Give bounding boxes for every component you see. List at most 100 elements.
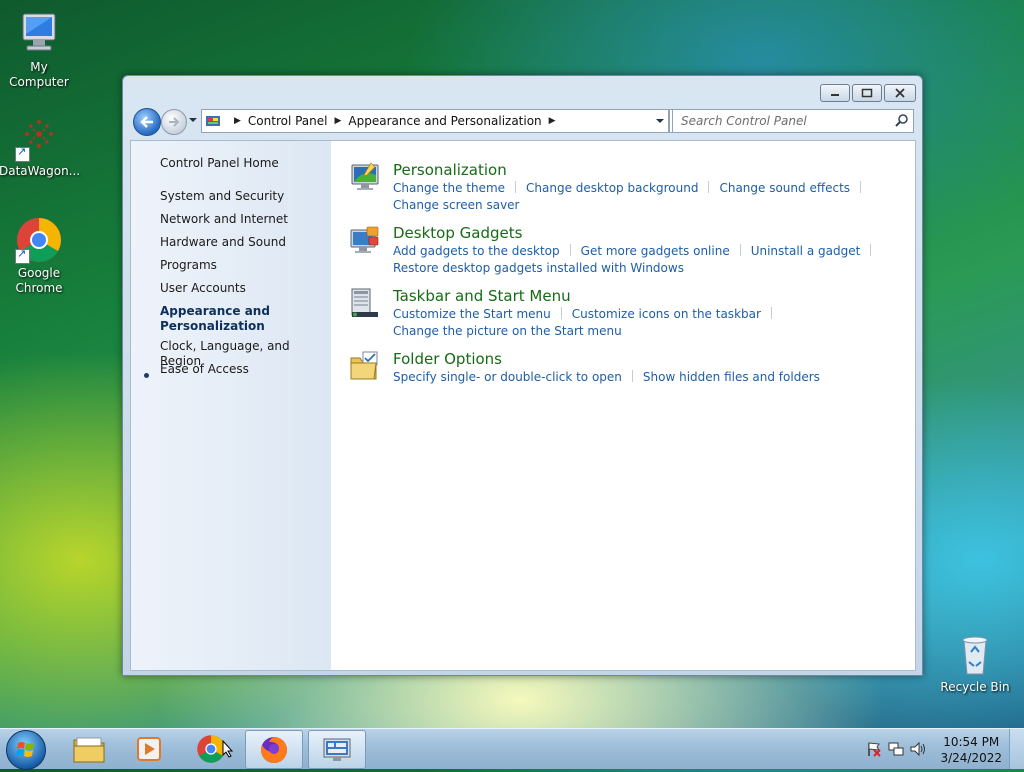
link-divider [860,181,862,193]
breadcrumb-arrow-icon[interactable]: ▶ [335,116,342,126]
main-panel: Personalization Change the theme Change d… [331,141,915,670]
control-panel-window: ▶ Control Panel ▶ Appearance and Persona… [122,75,923,676]
sidebar-item-control-panel-home[interactable]: Control Panel Home [160,156,279,171]
gadgets-icon [350,226,379,253]
link-change-the-theme[interactable]: Change the theme [393,181,505,195]
folder-icon [73,737,105,762]
search-icon[interactable] [895,114,908,127]
link-change-desktop-background[interactable]: Change desktop background [526,181,698,195]
link-divider [708,181,710,193]
taskbar-media-player[interactable] [120,730,178,767]
desktop-icon-datawagon[interactable]: DataWagon... [0,114,81,179]
desktop-icon-label: My Computer [9,60,69,89]
chrome-icon [15,216,63,264]
back-button[interactable] [133,108,161,136]
desktop-icon-label: DataWagon... [0,164,81,178]
link-get-more-gadgets-online[interactable]: Get more gadgets online [581,244,730,258]
link-divider [569,244,571,256]
breadcrumb-arrow-icon[interactable]: ▶ [549,116,556,126]
minimize-button[interactable] [820,84,850,102]
firefox-icon [261,736,287,763]
clock-date: 3/24/2022 [940,751,1002,765]
category-links: Customize the Start menu Customize icons … [393,306,913,340]
search-box[interactable] [672,109,914,133]
volume-icon[interactable] [910,741,926,757]
maximize-icon [861,88,873,98]
control-panel-icon [206,116,220,126]
link-divider [770,307,772,319]
breadcrumb-arrow-icon[interactable]: ▶ [234,116,241,126]
taskbar-control-panel[interactable] [308,730,366,769]
recent-pages-dropdown-icon[interactable] [188,116,198,124]
maximize-button[interactable] [852,84,882,102]
computer-icon [15,10,63,58]
forward-button[interactable] [161,109,187,135]
start-button[interactable] [6,730,46,770]
back-arrow-icon [140,116,153,128]
folder-options-icon [350,351,378,380]
clock[interactable]: 10:54 PM 3/24/2022 [940,734,1002,766]
breadcrumb-control-panel[interactable]: Control Panel [248,114,328,128]
link-change-start-menu-picture[interactable]: Change the picture on the Start menu [393,324,622,338]
taskbar-file-explorer[interactable] [60,730,118,767]
sidebar-item-network-and-internet[interactable]: Network and Internet [160,212,288,227]
link-single-or-double-click[interactable]: Specify single- or double-click to open [393,370,622,384]
sidebar-item-ease-of-access[interactable]: Ease of Access [160,362,249,377]
category-links: Change the theme Change desktop backgroun… [393,180,913,214]
taskbar-google-chrome[interactable] [182,730,240,767]
category-title-taskbar-and-start-menu[interactable]: Taskbar and Start Menu [393,287,571,305]
link-customize-start-menu[interactable]: Customize the Start menu [393,307,551,321]
category-links: Add gadgets to the desktop Get more gadge… [393,243,913,277]
breadcrumb-appearance-and-personalization[interactable]: Appearance and Personalization [348,114,541,128]
link-divider [560,307,562,319]
taskbar-firefox[interactable] [245,730,303,769]
sidebar-item-system-and-security[interactable]: System and Security [160,189,284,204]
recycle-bin-icon [951,630,999,678]
sidebar-item-label-line2: Personalization [160,319,265,333]
link-divider [870,244,872,256]
address-dropdown-icon[interactable] [656,117,664,125]
link-divider [515,181,517,193]
close-icon [895,88,905,98]
sidebar-item-hardware-and-sound[interactable]: Hardware and Sound [160,235,286,250]
active-item-bullet-icon [144,373,149,378]
desktop-icon-google-chrome[interactable]: Google Chrome [0,216,79,296]
desktop-icon-my-computer[interactable]: My Computer [0,10,79,90]
sidebar: Control Panel Home System and Security N… [131,141,331,670]
link-show-hidden-files[interactable]: Show hidden files and folders [643,370,820,384]
link-divider [631,370,633,382]
link-change-screen-saver[interactable]: Change screen saver [393,198,520,212]
action-center-flag-icon[interactable] [866,741,882,757]
sidebar-item-user-accounts[interactable]: User Accounts [160,281,246,296]
media-player-icon [137,736,161,761]
link-add-gadgets[interactable]: Add gadgets to the desktop [393,244,560,258]
navigation-bar: ▶ Control Panel ▶ Appearance and Persona… [131,106,915,136]
taskbar-icon [351,288,378,317]
search-input[interactable] [679,113,893,129]
category-title-personalization[interactable]: Personalization [393,161,507,179]
shortcut-arrow-icon [15,145,30,162]
show-desktop-button[interactable] [1009,729,1024,769]
desktop-icon-recycle-bin[interactable]: Recycle Bin [935,630,1015,695]
category-title-folder-options[interactable]: Folder Options [393,350,502,368]
forward-arrow-icon [169,117,180,127]
link-divider [739,244,741,256]
link-restore-desktop-gadgets[interactable]: Restore desktop gadgets installed with W… [393,261,684,275]
sidebar-item-label-line1: Appearance and [160,304,270,318]
control-panel-icon [323,738,351,761]
network-icon[interactable] [888,741,904,757]
mouse-cursor-icon [222,740,234,758]
link-change-sound-effects[interactable]: Change sound effects [719,181,850,195]
shortcut-arrow-icon [15,247,30,264]
link-uninstall-a-gadget[interactable]: Uninstall a gadget [751,244,861,258]
sidebar-item-appearance-and-personalization[interactable]: Appearance and Personalization [160,304,270,334]
address-bar[interactable]: ▶ Control Panel ▶ Appearance and Persona… [201,109,669,133]
category-title-desktop-gadgets[interactable]: Desktop Gadgets [393,224,522,242]
sidebar-item-programs[interactable]: Programs [160,258,217,273]
datawagon-icon [15,114,63,162]
desktop-icon-label: Google Chrome [15,266,63,295]
minimize-icon [831,94,839,96]
link-customize-taskbar-icons[interactable]: Customize icons on the taskbar [572,307,761,321]
windows-logo-icon [16,742,34,757]
close-button[interactable] [884,84,916,102]
